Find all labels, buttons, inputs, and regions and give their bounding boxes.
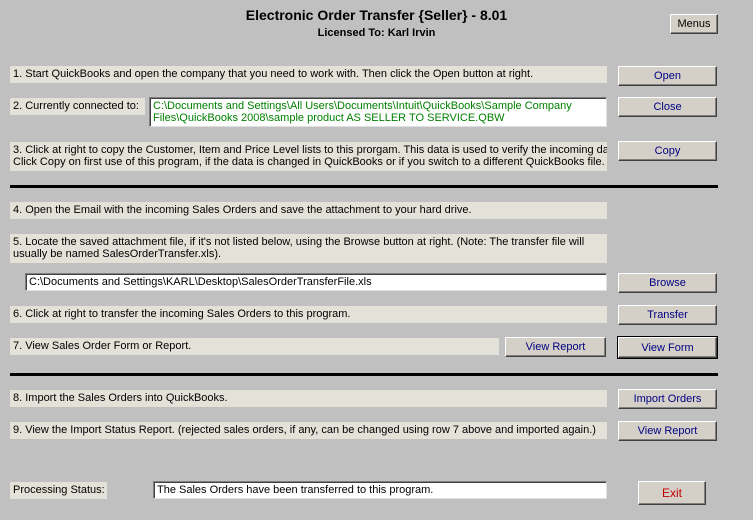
window-title: Electronic Order Transfer {Seller} - 8.0… [245,7,508,23]
connection-path-field[interactable]: C:\Documents and Settings\All Users\Docu… [149,97,607,127]
exit-button[interactable]: Exit [638,481,706,505]
close-button[interactable]: Close [618,97,717,117]
view-report-button-7[interactable]: View Report [505,337,606,357]
open-button[interactable]: Open [618,66,717,86]
processing-status-label: Processing Status: [10,482,107,499]
step-2-label: 2. Currently connected to: [10,98,145,115]
step-6-label: 6. Click at right to transfer the incomi… [10,306,607,323]
view-report-button-9[interactable]: View Report [618,421,717,441]
view-form-button[interactable]: View Form [617,336,718,359]
step-5-line-1: 5. Locate the saved attachment file, if … [13,236,585,248]
import-orders-button[interactable]: Import Orders [618,389,717,409]
step-3-label: 3. Click at right to copy the Customer, … [10,142,607,171]
transfer-file-field[interactable]: C:\Documents and Settings\KARL\Desktop\S… [25,273,607,291]
step-7-label: 7. View Sales Order Form or Report. [10,338,499,355]
browse-button[interactable]: Browse [618,273,717,293]
step-3-line-2: Click Copy on first use of this program,… [13,156,605,168]
copy-button[interactable]: Copy [618,141,717,161]
section-divider-1 [10,185,718,188]
step-8-label: 8. Import the Sales Orders into QuickBoo… [10,390,607,407]
licensed-to: Licensed To: Karl Irvin [317,27,436,39]
step-5-label: 5. Locate the saved attachment file, if … [10,234,607,263]
step-3-line-1: 3. Click at right to copy the Customer, … [13,144,607,156]
processing-status-field[interactable]: The Sales Orders have been transferred t… [153,481,607,499]
section-divider-2 [10,373,718,376]
step-9-label: 9. View the Import Status Report. (rejec… [10,422,607,439]
step-4-label: 4. Open the Email with the incoming Sale… [10,202,607,219]
step-5-line-2: usually be named SalesOrderTransfer.xls)… [13,248,222,260]
transfer-button[interactable]: Transfer [618,305,717,325]
step-1-label: 1. Start QuickBooks and open the company… [10,66,607,83]
menus-button[interactable]: Menus [670,14,718,34]
